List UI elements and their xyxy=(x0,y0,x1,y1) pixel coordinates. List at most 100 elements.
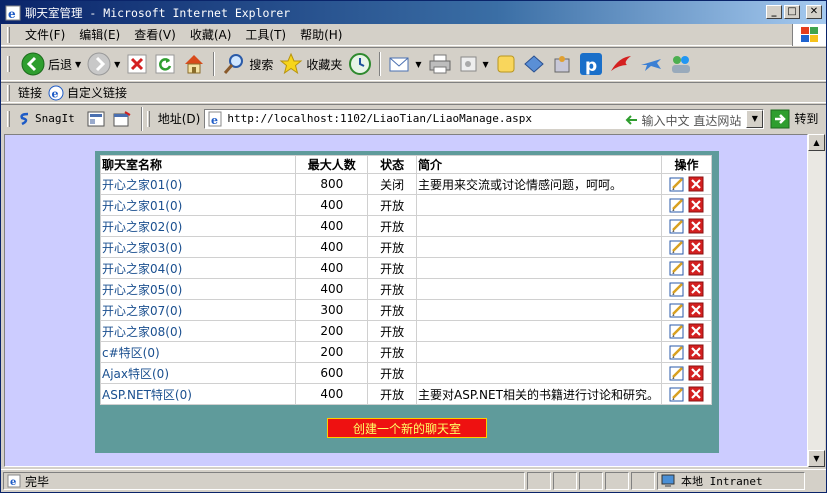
minimize-button[interactable]: _ xyxy=(766,5,782,19)
edit-icon[interactable] xyxy=(669,365,685,381)
delete-icon[interactable] xyxy=(688,281,704,297)
room-status: 开放 xyxy=(367,236,418,258)
edit-icon[interactable] xyxy=(669,260,685,276)
delete-icon[interactable] xyxy=(688,386,704,402)
links-bar: 链接 e 自定义链接 xyxy=(1,82,826,103)
delete-icon[interactable] xyxy=(688,239,704,255)
scroll-up-icon[interactable]: ▲ xyxy=(808,134,825,151)
edit-icon[interactable] xyxy=(669,239,685,255)
snagit-window-icon[interactable] xyxy=(113,110,131,127)
room-name-link[interactable]: Ajax特区(0) xyxy=(99,362,297,384)
status-cell-4 xyxy=(605,472,629,490)
menu-edit[interactable]: 编辑(E) xyxy=(72,26,127,43)
room-name-link[interactable]: 开心之家03(0) xyxy=(99,236,297,258)
edit-dropdown-icon[interactable]: ▼ xyxy=(483,60,489,69)
room-name-link[interactable]: 开心之家01(0) xyxy=(99,173,297,195)
custom-links-link[interactable]: 自定义链接 xyxy=(67,84,127,101)
messenger-button[interactable] xyxy=(548,50,576,78)
search-button[interactable]: 搜索 xyxy=(219,50,276,78)
menu-file[interactable]: 文件(F) xyxy=(18,26,72,43)
room-name-link[interactable]: 开心之家08(0) xyxy=(99,320,297,342)
delete-icon[interactable] xyxy=(688,344,704,360)
room-name-link[interactable]: 开心之家02(0) xyxy=(99,215,297,237)
room-intro xyxy=(416,194,663,216)
stop-button[interactable] xyxy=(123,50,151,78)
vertical-scrollbar[interactable]: ▲ ▼ xyxy=(808,134,825,467)
refresh-button[interactable] xyxy=(151,50,179,78)
edit-icon[interactable] xyxy=(669,344,685,360)
back-dropdown-icon[interactable]: ▼ xyxy=(75,60,81,69)
page-icon: e xyxy=(208,111,222,127)
table-row: 开心之家03(0) 400 开放 xyxy=(99,236,712,258)
room-name-link[interactable]: ASP.NET特区(0) xyxy=(99,383,297,405)
home-button[interactable] xyxy=(179,50,209,78)
blue-p-button[interactable]: p xyxy=(576,50,606,78)
snagit-button[interactable]: SnagIt xyxy=(35,112,75,125)
svg-text:e: e xyxy=(52,87,59,100)
delete-icon[interactable] xyxy=(688,302,704,318)
menu-view[interactable]: 查看(V) xyxy=(127,26,183,43)
room-name-link[interactable]: 开心之家01(0) xyxy=(99,194,297,216)
forward-dropdown-icon[interactable]: ▼ xyxy=(114,60,120,69)
snagit-capture-icon[interactable] xyxy=(87,111,105,127)
room-intro xyxy=(416,362,663,384)
research-icon xyxy=(523,55,544,73)
address-field[interactable]: e http://localhost:1102/LiaoTian/LiaoMan… xyxy=(204,108,765,129)
address-url[interactable]: http://localhost:1102/LiaoTian/LiaoManag… xyxy=(227,112,532,125)
delete-icon[interactable] xyxy=(688,197,704,213)
discuss-button[interactable] xyxy=(492,50,520,78)
favorites-label: 收藏夹 xyxy=(306,57,343,72)
menu-help[interactable]: 帮助(H) xyxy=(293,26,349,43)
room-name-link[interactable]: 开心之家04(0) xyxy=(99,257,297,279)
delete-icon[interactable] xyxy=(688,176,704,192)
status-bar: e 完毕 本地 Intranet xyxy=(1,469,826,492)
delete-icon[interactable] xyxy=(688,323,704,339)
edit-icon[interactable] xyxy=(669,281,685,297)
scroll-down-icon[interactable]: ▼ xyxy=(808,450,825,467)
delete-icon[interactable] xyxy=(688,218,704,234)
standard-toolbar: 后退 ▼ ▼ 搜索 收藏夹 ▼ ▼ p xyxy=(1,47,826,81)
room-name-link[interactable]: 开心之家05(0) xyxy=(99,278,297,300)
maximize-button[interactable]: □ xyxy=(784,5,800,19)
table-row: c#特区(0) 200 开放 xyxy=(99,341,712,363)
back-icon xyxy=(21,52,45,76)
back-button[interactable]: 后退 ▼ xyxy=(18,50,84,78)
edit-icon[interactable] xyxy=(669,386,685,402)
menu-tools[interactable]: 工具(T) xyxy=(238,26,293,43)
edit-icon[interactable] xyxy=(669,197,685,213)
windows-logo-icon xyxy=(792,24,826,46)
edit-icon[interactable] xyxy=(669,176,685,192)
history-button[interactable] xyxy=(345,50,375,78)
go-arrow-icon xyxy=(770,109,790,128)
edit-icon[interactable] xyxy=(669,218,685,234)
search-label: 搜索 xyxy=(249,57,274,72)
address-dropdown-icon[interactable]: ▼ xyxy=(746,109,764,128)
forward-button[interactable]: ▼ xyxy=(84,50,123,78)
links-label[interactable]: 链接 xyxy=(18,84,42,101)
close-button[interactable]: ✕ xyxy=(806,5,822,19)
mail-button[interactable]: ▼ xyxy=(385,50,424,78)
room-name-link[interactable]: c#特区(0) xyxy=(99,341,297,363)
go-button[interactable]: 转到 xyxy=(770,109,818,129)
edit-icon[interactable] xyxy=(669,302,685,318)
room-max-users: 400 xyxy=(295,236,369,258)
room-name-link[interactable]: 开心之家07(0) xyxy=(99,299,297,321)
print-button[interactable] xyxy=(425,50,455,78)
svg-text:e: e xyxy=(10,477,16,488)
people-button[interactable] xyxy=(666,50,696,78)
create-chatroom-button[interactable]: 创建一个新的聊天室 xyxy=(327,418,487,438)
plane-button[interactable] xyxy=(636,50,666,78)
room-max-users: 600 xyxy=(295,362,369,384)
red-wing-button[interactable] xyxy=(606,50,636,78)
delete-icon[interactable] xyxy=(688,260,704,276)
research-button[interactable] xyxy=(520,50,548,78)
favorites-button[interactable]: 收藏夹 xyxy=(276,50,345,78)
delete-icon[interactable] xyxy=(688,365,704,381)
edit-icon[interactable] xyxy=(669,323,685,339)
edit-button[interactable]: ▼ xyxy=(455,50,492,78)
status-cell-2 xyxy=(553,472,577,490)
mail-dropdown-icon[interactable]: ▼ xyxy=(415,60,421,69)
table-header-row: 聊天室名称 最大人数 状态 简介 操作 xyxy=(99,155,712,174)
menu-favorites[interactable]: 收藏(A) xyxy=(183,26,239,43)
room-max-users: 400 xyxy=(295,194,369,216)
